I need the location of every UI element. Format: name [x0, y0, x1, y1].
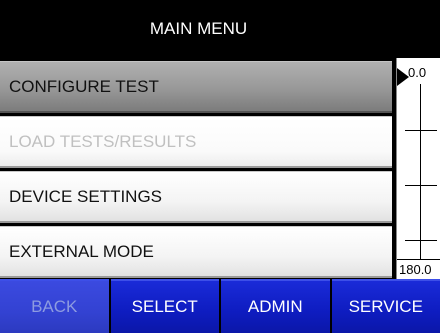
select-button[interactable]: SELECT [110, 279, 219, 333]
back-button[interactable]: BACK [0, 279, 109, 333]
soft-key-bar: BACK SELECT ADMIN SERVICE [0, 279, 440, 333]
menu-item-device-settings[interactable]: DEVICE SETTINGS [0, 171, 392, 223]
page-title: MAIN MENU [0, 0, 397, 58]
main-menu: CONFIGURE TEST LOAD TESTS/RESULTS DEVICE… [0, 58, 397, 279]
menu-item-configure-test[interactable]: CONFIGURE TEST [0, 61, 392, 113]
scale-tick [405, 185, 437, 186]
menu-item-external-mode[interactable]: EXTERNAL MODE [0, 226, 392, 278]
position-scale: 0.0 180.0 [396, 58, 440, 279]
scale-tick [405, 240, 437, 241]
admin-button[interactable]: ADMIN [221, 279, 330, 333]
scale-bottom-label: 180.0 [397, 259, 440, 279]
service-button[interactable]: SERVICE [331, 279, 440, 333]
menu-item-load-tests-results[interactable]: LOAD TESTS/RESULTS [0, 116, 392, 168]
scale-top-label: 0.0 [408, 65, 427, 80]
scale-axis-line [420, 84, 421, 259]
scale-tick [405, 130, 437, 131]
